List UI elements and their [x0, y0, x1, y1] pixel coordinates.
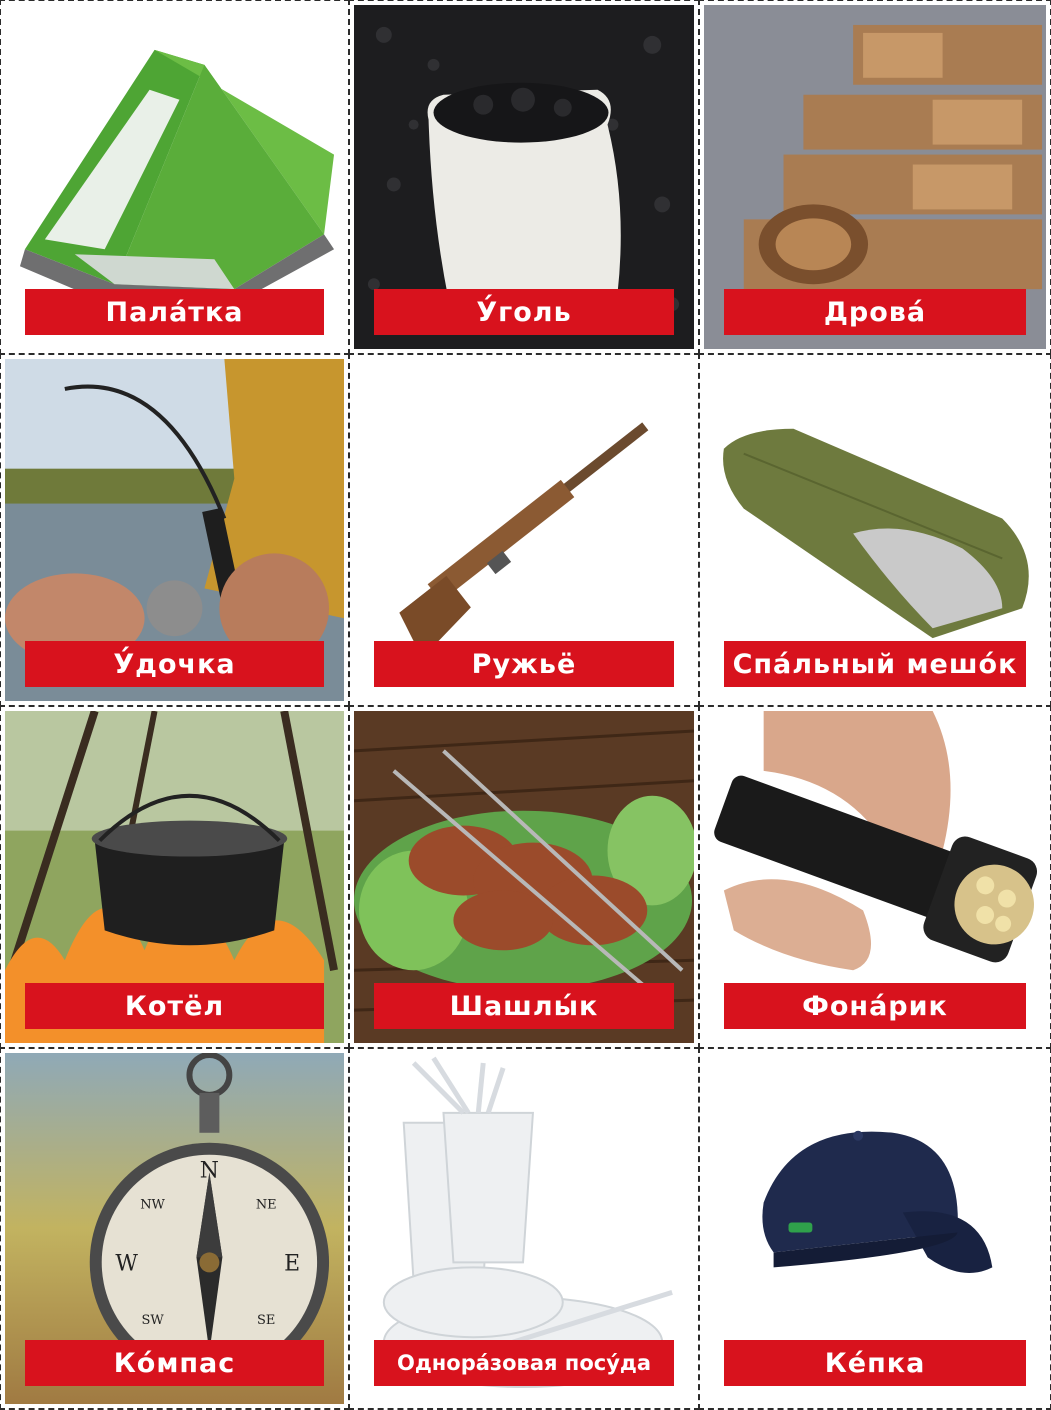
card-rifle: Ружьё: [348, 353, 700, 707]
crocodile-logo-icon: [788, 1222, 813, 1233]
card-label: Ко́мпас: [25, 1340, 324, 1386]
card-label: У́голь: [374, 289, 674, 335]
card-cap: Ке́пка: [698, 1047, 1051, 1410]
card-label: Фона́рик: [724, 983, 1026, 1029]
compass-letter-se: SE: [257, 1313, 275, 1328]
compass-letter-n: N: [200, 1159, 219, 1184]
card-compass: N S W E NE SE SW NW Ко́мпас: [0, 1047, 350, 1410]
card-firewood: Дрова́: [698, 0, 1051, 355]
flashcard-grid: Пала́тка У́голь Дрова́ У́дочка Ружьё Спа…: [0, 0, 1051, 1410]
card-label: Однора́зовая посу́да: [374, 1340, 674, 1386]
card-label: Пала́тка: [25, 289, 324, 335]
card-tent: Пала́тка: [0, 0, 350, 355]
card-label: Шашлы́к: [374, 983, 674, 1029]
compass-letter-w: W: [115, 1251, 138, 1276]
card-sleeping-bag: Спа́льный мешо́к: [698, 353, 1051, 707]
card-label: Котёл: [25, 983, 324, 1029]
card-label: Дрова́: [724, 289, 1026, 335]
card-shashlik: Шашлы́к: [348, 705, 700, 1049]
card-pot: Котёл: [0, 705, 350, 1049]
card-label: Ружьё: [374, 641, 674, 687]
card-coal: У́голь: [348, 0, 700, 355]
card-flashlight: Фона́рик: [698, 705, 1051, 1049]
card-fishing-rod: У́дочка: [0, 353, 350, 707]
compass-letter-nw: NW: [140, 1198, 165, 1213]
card-label: Спа́льный мешо́к: [724, 641, 1026, 687]
compass-letter-e: E: [284, 1251, 300, 1276]
card-label: Ке́пка: [724, 1340, 1026, 1386]
compass-letter-sw: SW: [141, 1313, 164, 1328]
card-label: У́дочка: [25, 641, 324, 687]
compass-letter-ne: NE: [256, 1198, 277, 1213]
card-disposable-tableware: Однора́зовая посу́да: [348, 1047, 700, 1410]
